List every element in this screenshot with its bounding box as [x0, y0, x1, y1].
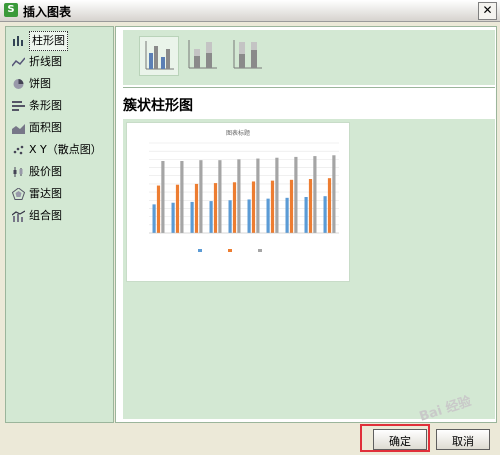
chart-bar	[308, 179, 313, 233]
chart-bar	[194, 183, 199, 233]
app-icon: S	[4, 3, 18, 17]
chart-bar	[180, 161, 184, 233]
area-chart-icon	[12, 124, 25, 134]
chart-type-bar[interactable]: 条形图	[9, 97, 110, 115]
preview-area: 图表标题	[123, 119, 495, 419]
chart-bar	[251, 181, 256, 233]
close-icon: ✕	[482, 3, 493, 17]
chart-type-stock[interactable]: 股价图	[9, 163, 110, 181]
dialog-title: 插入图表	[23, 5, 72, 19]
chart-type-combo[interactable]: 组合图	[9, 207, 110, 225]
chart-preview: 图表标题	[126, 122, 350, 282]
chart-type-label: X Y（散点图）	[29, 143, 102, 156]
chart-type-radar[interactable]: 雷达图	[9, 185, 110, 203]
preview-title: 簇状柱形图	[123, 98, 193, 114]
pie-chart-icon	[13, 79, 24, 89]
radar-chart-icon	[12, 188, 25, 200]
chart-bar	[171, 202, 175, 233]
chart-title: 图表标题	[226, 129, 250, 137]
insert-chart-dialog: S 插入图表 ✕ 柱形图 折线图 饼图 条形图 面积图 X Y（散点图） 股价图…	[0, 0, 500, 455]
chart-type-label: 饼图	[29, 77, 51, 90]
chart-type-list: 柱形图 折线图 饼图 条形图 面积图 X Y（散点图） 股价图 雷达图 组合图	[5, 26, 114, 423]
chart-bar	[266, 198, 270, 233]
chart-type-scatter[interactable]: X Y（散点图）	[9, 141, 110, 159]
chart-svg: 图表标题	[149, 129, 339, 252]
chart-type-label: 折线图	[29, 55, 62, 68]
chart-bar	[289, 179, 294, 233]
chart-bar	[327, 178, 332, 233]
chart-bar	[232, 182, 237, 233]
stacked-column-icon	[188, 40, 217, 69]
chart-bar	[304, 197, 308, 233]
chart-type-label: 面积图	[29, 121, 62, 134]
subtype-percent-stacked-column[interactable]	[228, 36, 266, 74]
legend-swatch	[258, 249, 262, 252]
chart-bar	[294, 156, 298, 233]
percent-stacked-column-icon	[233, 40, 262, 69]
separator	[123, 87, 495, 88]
ok-highlight-box	[360, 424, 430, 452]
title-bar: S 插入图表 ✕	[0, 0, 500, 22]
chart-type-column[interactable]: 柱形图	[9, 31, 110, 51]
stock-chart-icon	[13, 167, 23, 177]
chart-type-label: 雷达图	[29, 187, 62, 200]
legend-swatch	[228, 249, 232, 252]
combo-chart-icon	[12, 210, 25, 222]
close-button[interactable]: ✕	[478, 2, 497, 20]
chart-bar	[285, 197, 289, 233]
chart-type-label: 股价图	[29, 165, 62, 178]
line-chart-icon	[12, 57, 25, 67]
chart-bar	[152, 204, 156, 233]
chart-bar	[275, 157, 279, 233]
chart-type-pie[interactable]: 饼图	[9, 75, 110, 93]
clustered-column-icon	[145, 41, 174, 70]
chart-bar	[313, 156, 317, 233]
subtype-stacked-column[interactable]	[183, 36, 221, 74]
chart-bar	[247, 199, 251, 233]
chart-type-label: 组合图	[29, 209, 62, 222]
chart-bar	[270, 180, 275, 233]
chart-type-label: 柱形图	[29, 31, 68, 51]
legend-swatch	[198, 249, 202, 252]
column-chart-icon	[13, 36, 23, 46]
cancel-button[interactable]: 取消	[436, 429, 490, 450]
chart-bar	[256, 158, 260, 233]
chart-subtype-panel: 簇状柱形图 图表标题	[115, 26, 497, 423]
chart-bar	[209, 201, 213, 233]
chart-bar	[237, 159, 241, 233]
chart-bar	[323, 196, 327, 233]
chart-type-area[interactable]: 面积图	[9, 119, 110, 137]
chart-bar	[332, 155, 336, 233]
chart-type-line[interactable]: 折线图	[9, 53, 110, 71]
subtype-clustered-column[interactable]	[139, 36, 179, 76]
chart-bar	[190, 201, 194, 233]
bar-chart-icon	[12, 101, 25, 111]
subtype-strip	[123, 30, 495, 85]
chart-bar	[161, 161, 165, 233]
chart-bar	[199, 160, 203, 233]
chart-bar	[228, 200, 232, 233]
scatter-chart-icon	[13, 145, 24, 155]
chart-bar	[213, 183, 218, 233]
chart-bar	[218, 160, 222, 233]
chart-type-label: 条形图	[29, 99, 62, 112]
chart-bar	[156, 185, 161, 233]
chart-bar	[175, 184, 180, 233]
